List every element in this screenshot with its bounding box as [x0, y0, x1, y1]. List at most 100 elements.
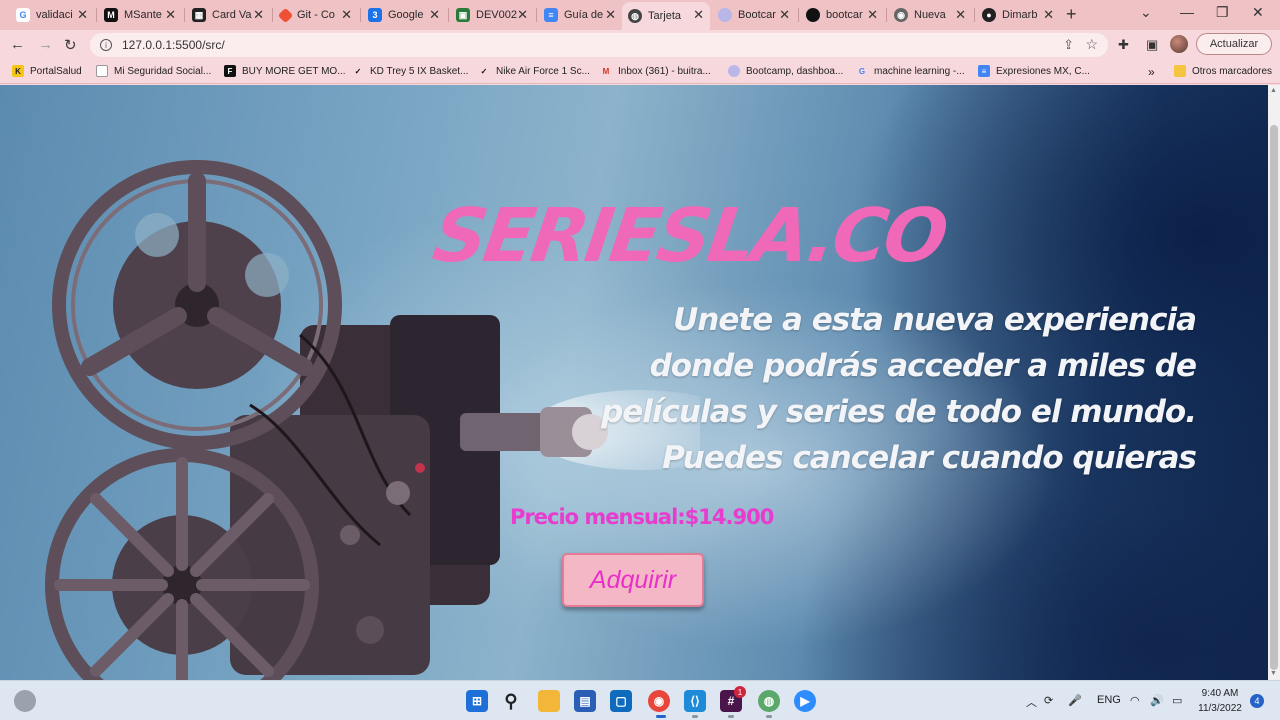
- tab-title: Google: [388, 9, 424, 21]
- close-window-icon[interactable]: ✕: [1252, 4, 1264, 21]
- docs-icon: ≡: [978, 65, 990, 77]
- upper-reel: [52, 160, 342, 450]
- search-icon[interactable]: ⚲: [500, 690, 522, 712]
- close-icon[interactable]: ✕: [517, 7, 528, 23]
- close-icon[interactable]: ✕: [605, 7, 616, 23]
- maps-app-icon[interactable]: ◍: [758, 690, 780, 712]
- tab-github[interactable]: ● Dimarb ✕: [976, 2, 1060, 28]
- sync-icon[interactable]: ⟳: [1044, 694, 1053, 707]
- tab-title: validaci: [36, 9, 73, 21]
- reload-icon[interactable]: ↻: [64, 36, 77, 54]
- bookmark-bootcamp[interactable]: Bootcamp, dashboa...: [728, 65, 843, 77]
- tab-google-calendar[interactable]: 3 Google ✕: [362, 2, 446, 28]
- scroll-down-icon[interactable]: ▼: [1270, 670, 1277, 677]
- volume-icon[interactable]: 🔊: [1150, 694, 1164, 707]
- google-icon: G: [858, 66, 866, 76]
- back-icon[interactable]: ←: [10, 36, 25, 53]
- close-icon[interactable]: ✕: [165, 7, 176, 23]
- address-bar[interactable]: i 127.0.0.1:5500/src/ ⇪ ☆: [90, 33, 1108, 57]
- extensions-icon[interactable]: ✚: [1118, 37, 1129, 53]
- tab-validaci[interactable]: G validaci ✕: [10, 2, 94, 28]
- close-icon[interactable]: ✕: [693, 7, 704, 23]
- bookmark-expresiones[interactable]: ≡ Expresiones MX, C...: [978, 65, 1090, 77]
- bookmarks-bar: K PortalSalud Mi Seguridad Social... F B…: [0, 60, 1280, 84]
- info-icon[interactable]: i: [100, 39, 112, 51]
- store-icon[interactable]: ▤: [574, 690, 596, 712]
- tab-dev002[interactable]: ▣ DEV002 ✕: [450, 2, 534, 28]
- scroll-up-icon[interactable]: ▲: [1270, 87, 1277, 94]
- tab-bootcamp[interactable]: Bootcar ✕: [712, 2, 796, 28]
- tab-card[interactable]: ▦ Card Va ✕: [186, 2, 270, 28]
- tab-nueva[interactable]: ◉ Nueva ✕: [888, 2, 972, 28]
- tab-tarjeta[interactable]: ◍ Tarjeta ✕: [622, 2, 710, 30]
- tab-bootcamp-2[interactable]: bootcar ✕: [800, 2, 884, 28]
- tab-title: Git - Co: [297, 9, 335, 21]
- close-icon[interactable]: ✕: [429, 7, 440, 23]
- bookmark-machine-learning[interactable]: G machine learning -...: [856, 65, 965, 77]
- bookmark-inbox[interactable]: M Inbox (361) - buitra...: [600, 65, 711, 77]
- page-scrollbar[interactable]: ▲ ▼: [1268, 85, 1280, 680]
- globe-icon: ◍: [628, 9, 642, 23]
- system-clock[interactable]: 9:40 AM 11/3/2022: [1196, 686, 1244, 716]
- side-panel-icon[interactable]: ▣: [1146, 37, 1158, 53]
- close-icon[interactable]: ✕: [253, 7, 264, 23]
- bookmark-mi-seguridad[interactable]: Mi Seguridad Social...: [96, 65, 211, 77]
- notification-badge[interactable]: 4: [1250, 694, 1264, 708]
- tab-title: DEV002: [476, 9, 517, 21]
- close-icon[interactable]: ✕: [77, 7, 88, 23]
- scrollbar-thumb[interactable]: [1270, 125, 1278, 670]
- docs-icon: ≡: [544, 8, 558, 22]
- buy-button[interactable]: Adquirir: [562, 553, 704, 607]
- zoom-icon[interactable]: ▶: [794, 690, 816, 712]
- forward-icon[interactable]: →: [38, 36, 53, 53]
- chevron-down-icon[interactable]: ⌄: [1140, 4, 1152, 21]
- microphone-icon[interactable]: 🎤: [1068, 694, 1082, 707]
- close-icon[interactable]: ✕: [779, 7, 790, 23]
- close-icon[interactable]: ✕: [341, 7, 352, 23]
- bootcamp-icon: [718, 8, 732, 22]
- chrome-icon[interactable]: ◉: [648, 690, 670, 712]
- m-icon: M: [104, 8, 118, 22]
- bookmark-buy-more[interactable]: F BUY MORE GET MO...: [224, 65, 346, 77]
- update-button[interactable]: Actualizar: [1196, 33, 1272, 55]
- folder-icon: [1174, 65, 1186, 77]
- start-icon[interactable]: ⊞: [466, 690, 488, 712]
- bookmark-kd-trey[interactable]: ✓ KD Trey 5 IX Basket...: [352, 65, 469, 77]
- page-viewport: SERIESLA.CO Unete a esta nueva experienc…: [0, 85, 1268, 680]
- card-icon: ▦: [192, 8, 206, 22]
- wifi-icon[interactable]: ◠: [1130, 694, 1140, 707]
- restore-icon[interactable]: ❐: [1216, 4, 1229, 21]
- outlook-icon[interactable]: ▢: [610, 690, 632, 712]
- google-calendar-icon: 3: [368, 8, 382, 22]
- chevron-up-icon[interactable]: ︿: [1026, 694, 1037, 710]
- pitch-line: Puedes cancelar cuando quieras: [662, 440, 1197, 476]
- new-tab-icon[interactable]: +: [1066, 4, 1077, 25]
- share-icon[interactable]: ⇪: [1063, 37, 1074, 53]
- widgets-icon[interactable]: [14, 690, 36, 712]
- close-icon[interactable]: ✕: [1043, 7, 1054, 23]
- brand-title: SERIESLA.CO: [427, 193, 951, 279]
- star-icon[interactable]: ☆: [1085, 36, 1098, 53]
- pitch-text: Unete a esta nueva experiencia donde pod…: [596, 297, 1197, 481]
- tab-git[interactable]: Git - Co ✕: [274, 2, 358, 28]
- vscode-icon[interactable]: ⟨⟩: [684, 690, 706, 712]
- language-indicator[interactable]: ENG: [1097, 694, 1121, 706]
- avatar[interactable]: [1170, 35, 1188, 53]
- file-explorer-icon[interactable]: [538, 690, 560, 712]
- battery-icon[interactable]: ▭: [1172, 694, 1182, 707]
- close-icon[interactable]: ✕: [867, 7, 878, 23]
- url-text[interactable]: 127.0.0.1:5500/src/: [122, 38, 225, 52]
- bookmark-nike-af1[interactable]: ✓ Nike Air Force 1 Sc...: [478, 65, 590, 77]
- bookmark-other[interactable]: Otros marcadores: [1174, 65, 1272, 77]
- tab-title: Guía de: [564, 9, 604, 21]
- tab-msante[interactable]: M MSante ✕: [98, 2, 182, 28]
- fl-icon: F: [224, 65, 236, 77]
- tab-title: MSante: [124, 9, 162, 21]
- tab-guia[interactable]: ≡ Guía de ✕: [538, 2, 622, 28]
- circle-icon: [806, 8, 820, 22]
- minimize-icon[interactable]: —: [1180, 4, 1194, 20]
- bookmarks-more[interactable]: »: [1148, 65, 1155, 79]
- bookmark-portalsalud[interactable]: K PortalSalud: [12, 65, 82, 77]
- tab-title: bootcar: [826, 9, 863, 21]
- close-icon[interactable]: ✕: [955, 7, 966, 23]
